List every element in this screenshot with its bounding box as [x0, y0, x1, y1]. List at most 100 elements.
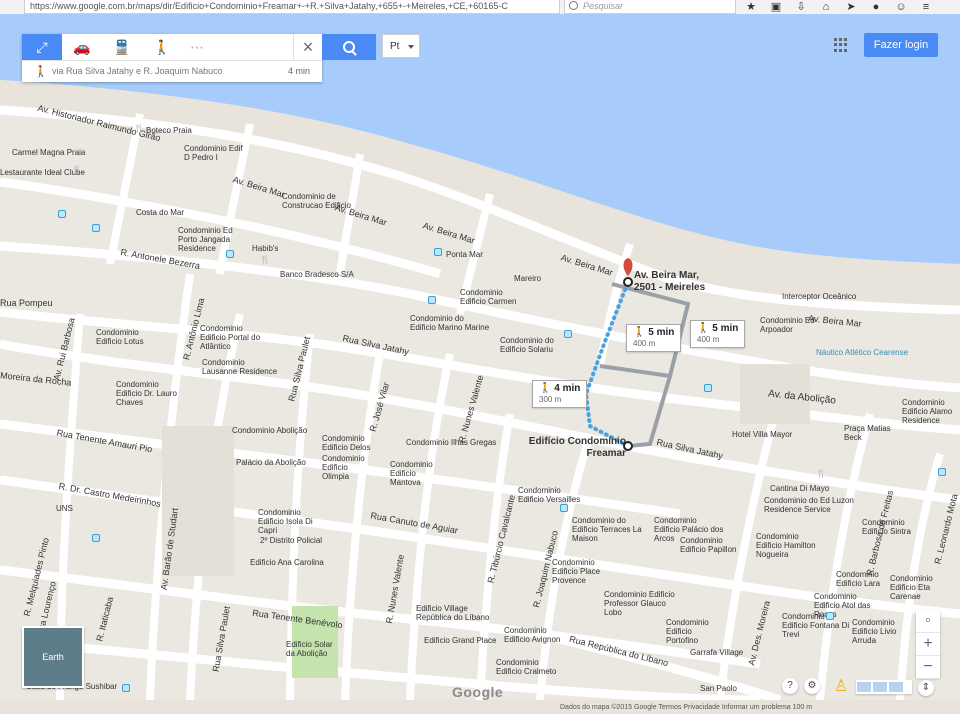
chat-icon[interactable]: ☺	[892, 0, 910, 14]
place-label[interactable]: Cantina Di Mayo	[770, 484, 829, 493]
place-label[interactable]: Hotel Villa Mayor	[732, 430, 792, 439]
menu-icon[interactable]: ≡	[917, 0, 935, 14]
place-label[interactable]: Condominio Ed Porto Jangada Residence	[178, 226, 248, 253]
login-button[interactable]: Fazer login	[864, 33, 938, 57]
place-label[interactable]: Condominio Edificio Professor Glauco Lob…	[604, 590, 684, 617]
place-label[interactable]: Condominio Lausanne Residence	[202, 358, 282, 376]
bus-stop-icon[interactable]	[704, 384, 712, 392]
place-label[interactable]: Condominio Abolição	[232, 426, 307, 435]
pegman-icon[interactable]: ♙	[832, 677, 850, 697]
place-label[interactable]: Condominio Edificio Lara	[836, 570, 896, 588]
language-select[interactable]: Pt	[382, 34, 420, 58]
walk-time-callout[interactable]: 🚶 4 min 300 m	[532, 380, 588, 408]
bus-stop-icon[interactable]	[434, 248, 442, 256]
place-label[interactable]: Condominio do Edificio Marino Marine	[410, 314, 490, 332]
place-label[interactable]: Condominio Edificio Livio Arruda	[852, 618, 912, 645]
bus-stop-icon[interactable]	[58, 210, 66, 218]
bus-stop-icon[interactable]	[938, 468, 946, 476]
car-icon[interactable]: 🚗	[62, 34, 102, 60]
place-label[interactable]: Condominio Edificio Alamo Residence	[902, 398, 958, 425]
bus-stop-icon[interactable]	[564, 330, 572, 338]
place-label[interactable]: Condominio Edificio Lotus	[96, 328, 146, 346]
restaurant-icon[interactable]: 🍴	[134, 125, 144, 133]
bus-stop-icon[interactable]	[560, 504, 568, 512]
bus-stop-icon[interactable]	[226, 250, 234, 258]
url-text[interactable]: https://www.google.com.br/maps/dir/Edifi…	[30, 0, 558, 13]
apps-icon[interactable]	[834, 38, 848, 52]
download-icon[interactable]: ⇩	[792, 0, 810, 14]
restaurant-icon[interactable]: 🍴	[72, 166, 82, 174]
transit-icon[interactable]: 🚆	[102, 34, 142, 60]
zoom-out-button[interactable]: −	[916, 656, 940, 679]
place-label[interactable]: Condominio Edificio Place Provence	[552, 558, 622, 585]
place-label[interactable]: Condominio Edificio Eta Carenae	[890, 574, 950, 601]
bus-stop-icon[interactable]	[428, 296, 436, 304]
place-label[interactable]: Condominio Edificio Portofino	[666, 618, 726, 645]
place-label[interactable]: Condominio Edificio Hamilton Nogueira	[756, 532, 826, 559]
gear-icon[interactable]: ⚙	[804, 678, 820, 694]
directions-icon[interactable]: ⤢	[22, 34, 62, 60]
place-label[interactable]: Condominio Edificio Versailles	[518, 486, 588, 504]
place-label[interactable]: Náutico Atlético Cearense	[816, 348, 908, 357]
place-label[interactable]: Banco Bradesco S/A	[280, 270, 354, 279]
place-label[interactable]: Condominio Edificio Sintra	[862, 518, 922, 536]
help-icon[interactable]: ?	[782, 678, 798, 694]
send-icon[interactable]: ➤	[842, 0, 860, 14]
place-label[interactable]: Condominio Edificio Portal do Atlântico	[200, 324, 270, 351]
place-label[interactable]: Condominio Edificio Mantova	[390, 460, 440, 487]
close-icon[interactable]: ×	[293, 34, 322, 60]
place-label[interactable]: Edificio Grand Place	[424, 636, 496, 645]
walk-time-callout[interactable]: 🚶 5 min 400 m	[626, 324, 682, 352]
home-icon[interactable]: ⌂	[817, 0, 835, 14]
place-label[interactable]: Praça Matias Beck	[844, 424, 894, 442]
earth-toggle[interactable]: Earth	[22, 626, 84, 688]
imagery-thumbs[interactable]	[856, 680, 912, 694]
place-label[interactable]: Condominio Ed Arpoador	[760, 316, 820, 334]
place-label[interactable]: Condominio Edificio Delos	[322, 434, 372, 452]
marker-a[interactable]	[623, 277, 633, 287]
place-label[interactable]: Condominio Edificio Cralmeto	[496, 658, 566, 676]
place-label[interactable]: Condominio Edificio Fontana Di Trevi	[782, 612, 852, 639]
marker-b-label[interactable]: Edifício Condomínio Freamar	[528, 436, 626, 460]
marker-a-label[interactable]: Av. Beira Mar, 2501 - Meireles	[634, 270, 714, 294]
bus-stop-icon[interactable]	[92, 534, 100, 542]
walk-time-callout[interactable]: 🚶 5 min 400 m	[690, 320, 746, 348]
map-canvas[interactable]: Av. Historiador Raimundo Girão Av. Beira…	[0, 14, 960, 711]
place-label[interactable]: Costa do Mar	[136, 208, 184, 217]
place-label[interactable]: Edificio Village República do Líbano	[416, 604, 496, 622]
restaurant-icon[interactable]: 🍴	[816, 470, 826, 478]
place-label[interactable]: San Paolo	[700, 684, 737, 693]
compass-icon[interactable]: ◦	[916, 610, 940, 633]
place-label[interactable]: Palácio da Abolição	[236, 458, 306, 467]
place-label[interactable]: Carmel Magna Praia	[12, 148, 85, 157]
place-label[interactable]: Condominio do Edificio Solariu	[500, 336, 570, 354]
place-label[interactable]: Mareiro	[514, 274, 541, 283]
place-label[interactable]: Condominio Edificio Isola Di Capri	[258, 508, 318, 535]
place-label[interactable]: Condominio Edificio Papillon	[680, 536, 750, 554]
restaurant-icon[interactable]: 🍴	[260, 256, 270, 264]
place-label[interactable]: Condominio do Ed Luzon Residence Service	[764, 496, 854, 514]
place-label[interactable]: Condominio do Edificio Terraces La Maiso…	[572, 516, 652, 543]
place-label[interactable]: Condominio Edif D Pedro I	[184, 144, 244, 162]
route-summary-row[interactable]: 🚶 via Rua Silva Jatahy e R. Joaquim Nabu…	[22, 61, 322, 81]
bus-stop-icon[interactable]	[122, 684, 130, 692]
star-icon[interactable]: ★	[742, 0, 760, 14]
place-label[interactable]: Condominio Ilhas Gregas	[406, 438, 496, 447]
bus-stop-icon[interactable]	[826, 612, 834, 620]
place-label[interactable]: Habib's	[252, 244, 278, 253]
walk-icon[interactable]: 🚶	[142, 34, 182, 60]
place-label[interactable]: Condominio Edificio Dr. Lauro Chaves	[116, 380, 186, 407]
place-label[interactable]: UNS	[56, 504, 73, 513]
place-label[interactable]: Condominio Edificio Avignon	[504, 626, 564, 644]
search-button[interactable]	[322, 34, 376, 60]
clipboard-icon[interactable]: ▣	[767, 0, 785, 14]
place-label[interactable]: Boteco Praia	[146, 126, 192, 135]
zoom-in-button[interactable]: +	[916, 633, 940, 656]
place-label[interactable]: Interceptor Oceânico	[782, 292, 856, 301]
place-label[interactable]: 2º Distrito Policial	[260, 536, 322, 545]
more-icon[interactable]: ⋯	[182, 34, 212, 60]
place-label[interactable]: Condominio Edificio Carmen	[460, 288, 520, 306]
place-label[interactable]: Condominio de Construcao Edificio	[282, 192, 352, 210]
place-label[interactable]: Ponta Mar	[446, 250, 483, 259]
place-label[interactable]: Edificio Solar da Abolição	[286, 640, 336, 658]
